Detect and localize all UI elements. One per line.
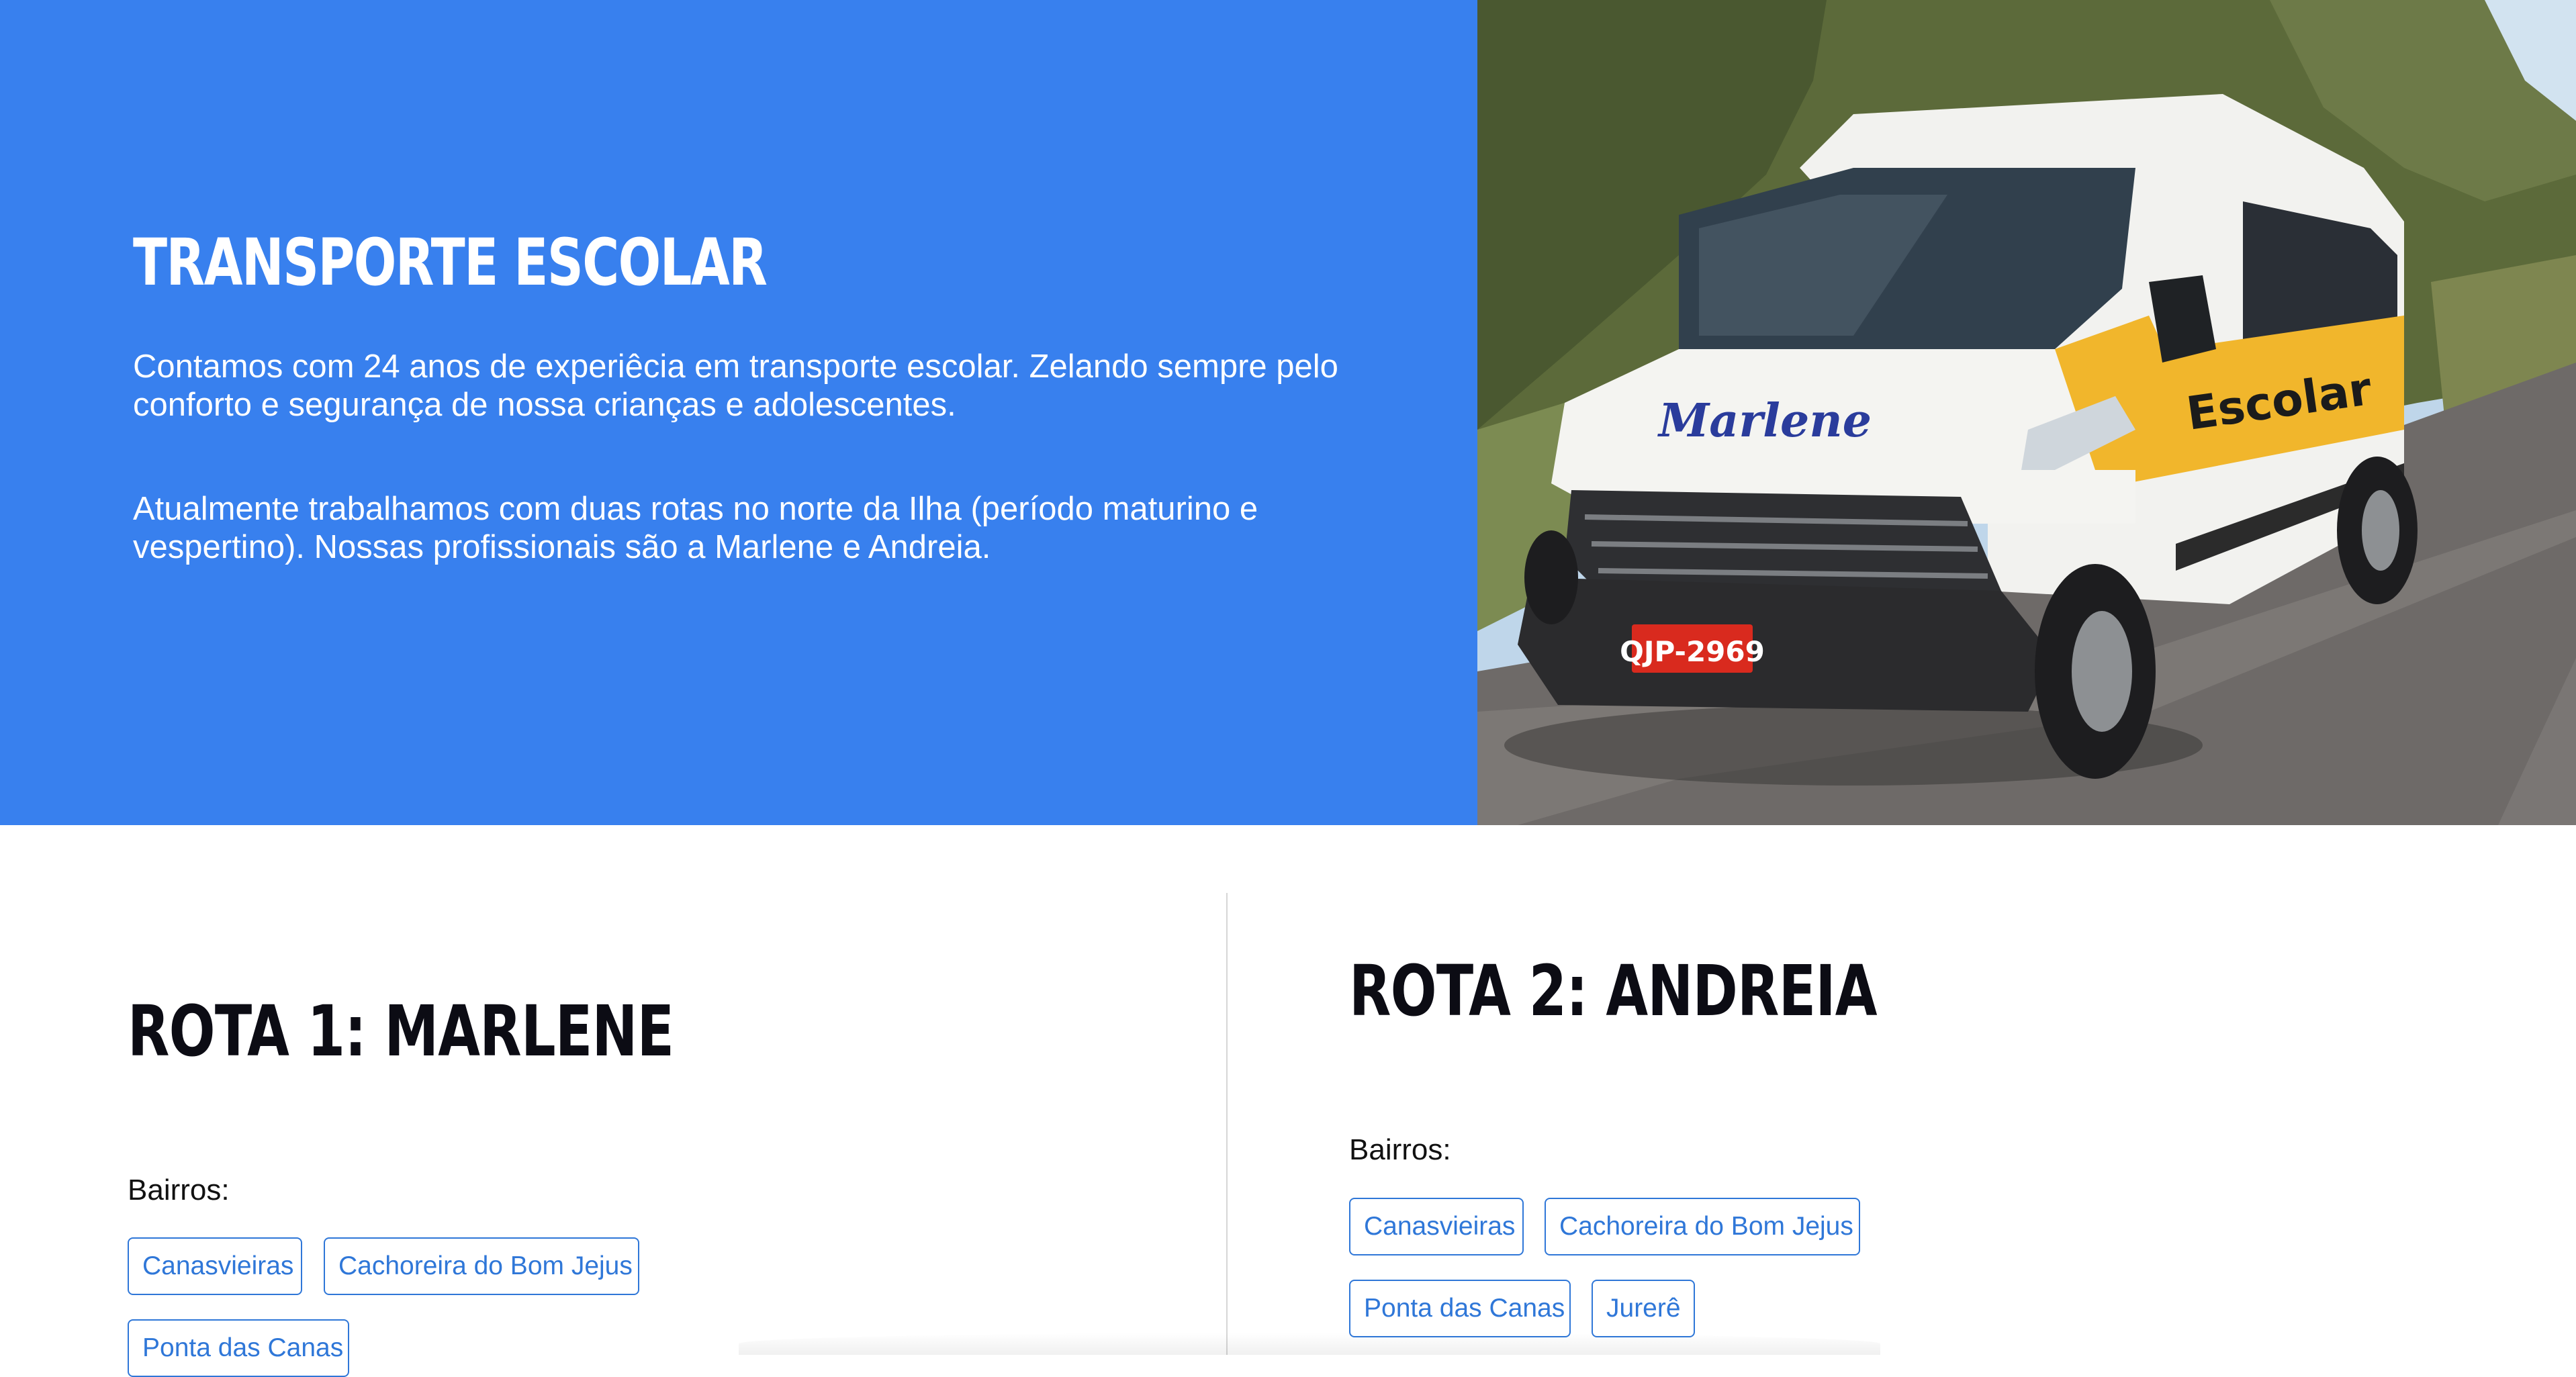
- hero-paragraph-routes: Atualmente trabalhamos com duas rotas no…: [133, 491, 1258, 565]
- hero-section: TRANSPORTE ESCOLAR Contamos com 24 anos …: [0, 0, 2576, 825]
- van-name-lettering: Marlene: [1657, 394, 1872, 448]
- route-1-title: ROTA 1: MARLENE: [128, 990, 674, 1072]
- route-2-neighborhood-chip[interactable]: Cachoreira do Bom Jejus: [1545, 1198, 1860, 1255]
- route-2-section: ROTA 2: ANDREIA: [1349, 950, 2025, 1032]
- route-2-neighborhoods-label: Bairros:: [1349, 1133, 1451, 1166]
- route-2-neighborhood-chip[interactable]: Ponta das Canas: [1349, 1280, 1571, 1337]
- bottom-scroll-shadow: [739, 1333, 1880, 1355]
- route-2-neighborhood-chip[interactable]: Jurerê: [1592, 1280, 1695, 1337]
- route-1-neighborhood-chip[interactable]: Cachoreira do Bom Jejus: [324, 1237, 639, 1295]
- route-2-title: ROTA 2: ANDREIA: [1349, 950, 1878, 1032]
- route-1-neighborhoods-label: Bairros:: [128, 1174, 230, 1206]
- route-1-neighborhood-chip[interactable]: Ponta das Canas: [128, 1319, 349, 1377]
- route-2-neighborhood-chip[interactable]: Canasvieiras: [1349, 1198, 1524, 1255]
- route-divider: [1226, 893, 1228, 1355]
- hero-intro-panel: TRANSPORTE ESCOLAR Contamos com 24 anos …: [0, 0, 1477, 825]
- hero-paragraph-experience: Contamos com 24 anos de experiêcia em tr…: [133, 348, 1338, 423]
- hero-title: TRANSPORTE ESCOLAR: [133, 225, 768, 300]
- school-van-photo: QJP-2969 Marlene Escolar: [1477, 0, 2576, 825]
- license-plate-text: QJP-2969: [1620, 635, 1765, 668]
- route-1-neighborhood-chip[interactable]: Canasvieiras: [128, 1237, 302, 1295]
- route-1-section: ROTA 1: MARLENE: [128, 990, 828, 1072]
